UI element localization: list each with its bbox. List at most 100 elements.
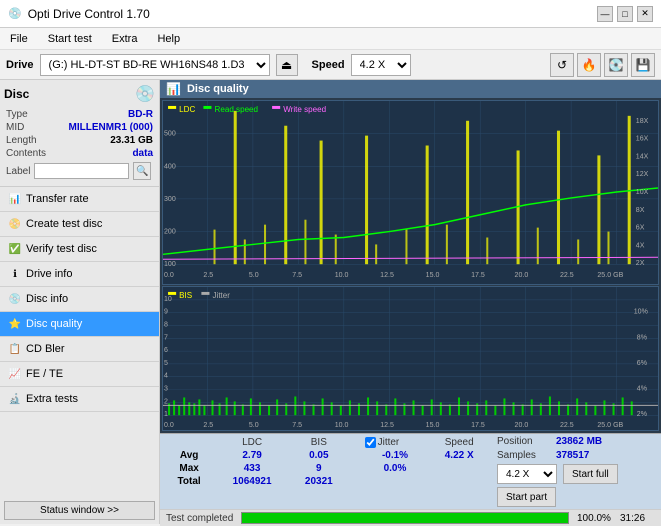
label-label: Label xyxy=(6,166,30,177)
nav-extra-tests-label: Extra tests xyxy=(26,393,78,405)
app-icon: 💿 xyxy=(8,7,22,20)
disc-quality-icon: ⭐ xyxy=(8,317,22,331)
transfer-rate-icon: 📊 xyxy=(8,192,22,206)
close-button[interactable]: ✕ xyxy=(637,6,653,22)
chart-header-icon: 📊 xyxy=(166,82,181,96)
top-chart: LDC Read speed Write speed 500 400 300 2… xyxy=(162,100,659,285)
progress-pct: 100.0% xyxy=(577,513,612,524)
drivebar: Drive (G:) HL-DT-ST BD-RE WH16NS48 1.D3 … xyxy=(0,50,661,80)
status-window-button[interactable]: Status window >> xyxy=(4,501,155,520)
nav-extra-tests[interactable]: 🔬 Extra tests xyxy=(0,387,159,412)
label-btn[interactable]: 🔍 xyxy=(133,162,151,180)
nav-menu: 📊 Transfer rate 📀 Create test disc ✅ Ver… xyxy=(0,187,159,524)
svg-text:12X: 12X xyxy=(636,171,649,178)
burn-button[interactable]: 🔥 xyxy=(577,53,601,77)
svg-text:200: 200 xyxy=(164,229,176,236)
nav-fe-te[interactable]: 📈 FE / TE xyxy=(0,362,159,387)
nav-disc-quality-label: Disc quality xyxy=(26,318,82,330)
svg-text:4X: 4X xyxy=(636,242,645,249)
disc-contents-row: Contents data xyxy=(4,147,155,160)
nav-drive-info-label: Drive info xyxy=(26,268,72,280)
svg-text:4: 4 xyxy=(164,373,168,380)
refresh-button[interactable]: ↺ xyxy=(550,53,574,77)
svg-text:8: 8 xyxy=(164,322,168,329)
eject-button[interactable]: ⏏ xyxy=(276,54,298,76)
nav-cd-bler[interactable]: 📋 CD Bler xyxy=(0,337,159,362)
svg-text:10%: 10% xyxy=(634,309,648,316)
svg-text:Jitter: Jitter xyxy=(213,291,231,300)
svg-text:3: 3 xyxy=(164,386,168,393)
disc-info-icon: 💿 xyxy=(8,292,22,306)
menu-help[interactable]: Help xyxy=(151,31,186,47)
svg-text:2: 2 xyxy=(164,398,168,405)
create-test-disc-icon: 📀 xyxy=(8,217,22,231)
svg-text:5: 5 xyxy=(164,360,168,367)
col-jitter-check: Jitter xyxy=(361,436,430,449)
speed-select[interactable]: 4.2 X xyxy=(351,54,411,76)
svg-text:7.5: 7.5 xyxy=(292,422,302,429)
nav-disc-info[interactable]: 💿 Disc info xyxy=(0,287,159,312)
svg-text:0.0: 0.0 xyxy=(164,272,174,279)
svg-text:17.5: 17.5 xyxy=(471,272,485,279)
menu-starttest[interactable]: Start test xyxy=(42,31,98,47)
chart-header: 📊 Disc quality xyxy=(160,80,661,98)
label-input[interactable] xyxy=(34,163,129,179)
avg-ldc: 2.79 xyxy=(214,449,290,462)
svg-text:LDC: LDC xyxy=(179,105,195,114)
svg-text:14X: 14X xyxy=(636,153,649,160)
save-button[interactable]: 💾 xyxy=(631,53,655,77)
svg-text:16X: 16X xyxy=(636,136,649,143)
fe-te-icon: 📈 xyxy=(8,367,22,381)
nav-verify-test-disc-label: Verify test disc xyxy=(26,243,97,255)
nav-disc-quality[interactable]: ⭐ Disc quality xyxy=(0,312,159,337)
disc-icon: 💿 xyxy=(135,84,155,104)
svg-text:5.0: 5.0 xyxy=(249,272,259,279)
speed-label: Speed xyxy=(312,59,345,71)
svg-text:20.0: 20.0 xyxy=(515,422,529,429)
speed-value: 4.22 X xyxy=(445,450,474,461)
max-jitter: 0.0% xyxy=(361,462,430,475)
max-label: Max xyxy=(164,462,214,475)
jitter-checkbox[interactable] xyxy=(365,437,376,448)
drive-select[interactable]: (G:) HL-DT-ST BD-RE WH16NS48 1.D3 xyxy=(40,54,270,76)
total-ldc: 1064921 xyxy=(214,475,290,488)
menu-file[interactable]: File xyxy=(4,31,34,47)
titlebar: 💿 Opti Drive Control 1.70 — □ ✕ xyxy=(0,0,661,28)
svg-text:10.0: 10.0 xyxy=(335,422,349,429)
svg-text:22.5: 22.5 xyxy=(560,272,574,279)
progress-bar-inner xyxy=(242,513,568,523)
main-layout: Disc 💿 Type BD-R MID MILLENMR1 (000) Len… xyxy=(0,80,661,524)
col-spacer xyxy=(348,436,361,449)
nav-drive-info[interactable]: ℹ Drive info xyxy=(0,262,159,287)
contents-value: data xyxy=(132,148,153,159)
col-ldc: LDC xyxy=(214,436,290,449)
nav-transfer-rate[interactable]: 📊 Transfer rate xyxy=(0,187,159,212)
start-full-button[interactable]: Start full xyxy=(563,464,618,484)
col-speed-head: Speed xyxy=(429,436,489,449)
media-button[interactable]: 💽 xyxy=(604,53,628,77)
minimize-button[interactable]: — xyxy=(597,6,613,22)
nav-create-test-disc[interactable]: 📀 Create test disc xyxy=(0,212,159,237)
svg-text:Write speed: Write speed xyxy=(283,105,326,114)
svg-text:10: 10 xyxy=(164,296,172,303)
nav-verify-test-disc[interactable]: ✅ Verify test disc xyxy=(0,237,159,262)
svg-text:10X: 10X xyxy=(636,189,649,196)
svg-text:BIS: BIS xyxy=(179,291,192,300)
svg-text:25.0 GB: 25.0 GB xyxy=(597,272,623,279)
jitter-label: Jitter xyxy=(378,437,400,448)
progress-area: Test completed 100.0% 31:26 xyxy=(160,509,661,526)
samples-label: Samples xyxy=(497,450,552,461)
disc-header: Disc 💿 xyxy=(4,84,155,104)
svg-text:8%: 8% xyxy=(637,334,647,341)
length-label: Length xyxy=(6,135,37,146)
extra-tests-icon: 🔬 xyxy=(8,392,22,406)
samples-row: Samples 378517 xyxy=(497,450,657,461)
left-panel: Disc 💿 Type BD-R MID MILLENMR1 (000) Len… xyxy=(0,80,160,524)
menu-extra[interactable]: Extra xyxy=(106,31,144,47)
maximize-button[interactable]: □ xyxy=(617,6,633,22)
stats-speed-select[interactable]: 4.2 X xyxy=(497,464,557,484)
svg-text:17.5: 17.5 xyxy=(471,422,485,429)
start-part-button[interactable]: Start part xyxy=(497,487,556,507)
charts-area: LDC Read speed Write speed 500 400 300 2… xyxy=(160,98,661,433)
svg-text:2.5: 2.5 xyxy=(203,422,213,429)
